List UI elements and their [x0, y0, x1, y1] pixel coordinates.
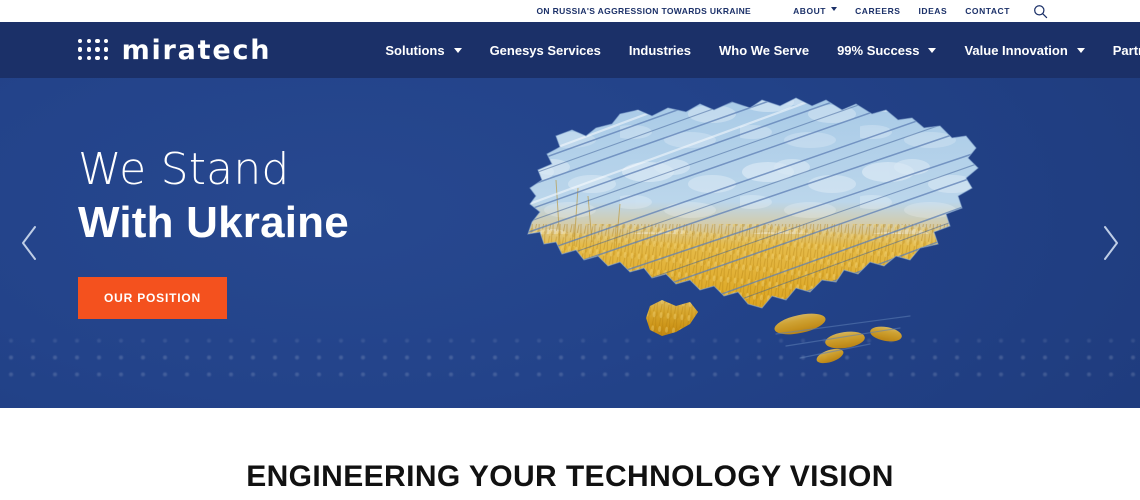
- hero-headline-bold: With Ukraine: [78, 197, 349, 247]
- nav-item-99-success-label: 99% Success: [837, 42, 920, 58]
- primary-nav: Solutions Genesys Services Industries Wh…: [371, 43, 1140, 58]
- top-utility-bar: ON RUSSIA'S AGGRESSION TOWARDS UKRAINE A…: [0, 0, 1140, 22]
- topbar-item-about-label: ABOUT: [793, 6, 827, 16]
- topbar-item-ideas-label: IDEAS: [918, 6, 948, 16]
- dot-matrix-logo-icon: [78, 38, 110, 62]
- section-heading: ENGINEERING YOUR TECHNOLOGY VISION: [246, 460, 894, 493]
- topbar-item-careers[interactable]: CAREERS: [855, 6, 900, 16]
- topbar-item-contact-label: CONTACT: [965, 6, 1010, 16]
- nav-item-solutions[interactable]: Solutions: [371, 43, 475, 58]
- chevron-down-icon: [831, 7, 838, 11]
- chevron-down-icon: [928, 47, 937, 53]
- hero-carousel-slide: We Stand With Ukraine OUR POSITION: [0, 78, 1140, 408]
- chevron-down-icon: [1076, 47, 1085, 53]
- chevron-down-icon: [453, 47, 462, 53]
- main-navigation-bar: miratech Solutions Genesys Services Indu…: [0, 22, 1140, 78]
- chevron-right-icon[interactable]: [1088, 217, 1132, 269]
- nav-item-industries-label: Industries: [628, 42, 691, 58]
- ukraine-map-sketch: [500, 84, 1000, 394]
- nav-item-99-success[interactable]: 99% Success: [823, 43, 950, 58]
- nav-item-solutions-label: Solutions: [385, 42, 445, 58]
- topbar-item-contact[interactable]: CONTACT: [965, 6, 1010, 16]
- brand-name: miratech: [121, 34, 272, 66]
- chevron-left-icon[interactable]: [8, 217, 52, 269]
- nav-item-who-we-serve[interactable]: Who We Serve: [705, 43, 823, 58]
- search-icon[interactable]: [1032, 3, 1048, 19]
- nav-item-value-innovation[interactable]: Value Innovation: [950, 43, 1098, 58]
- nav-item-genesys-services[interactable]: Genesys Services: [476, 43, 615, 58]
- nav-item-value-innovation-label: Value Innovation: [964, 42, 1068, 58]
- brand-logo[interactable]: miratech: [78, 37, 271, 64]
- our-position-button[interactable]: OUR POSITION: [78, 276, 227, 319]
- nav-item-partners-label: Partners: [1112, 42, 1140, 58]
- nav-item-industries[interactable]: Industries: [615, 43, 705, 58]
- topbar-item-about[interactable]: ABOUT: [793, 6, 838, 16]
- hero-content: We Stand With Ukraine OUR POSITION: [78, 146, 349, 319]
- nav-item-partners[interactable]: Partners: [1099, 43, 1140, 58]
- russia-aggression-banner-link[interactable]: ON RUSSIA'S AGGRESSION TOWARDS UKRAINE: [536, 6, 751, 16]
- topbar-item-ideas[interactable]: IDEAS: [918, 6, 947, 16]
- hero-headline-light: We Stand: [78, 144, 290, 195]
- engineering-vision-section: ENGINEERING YOUR TECHNOLOGY VISION: [0, 408, 1140, 500]
- nav-item-genesys-services-label: Genesys Services: [489, 42, 601, 58]
- nav-item-who-we-serve-label: Who We Serve: [719, 42, 810, 58]
- topbar-item-careers-label: CAREERS: [855, 6, 901, 16]
